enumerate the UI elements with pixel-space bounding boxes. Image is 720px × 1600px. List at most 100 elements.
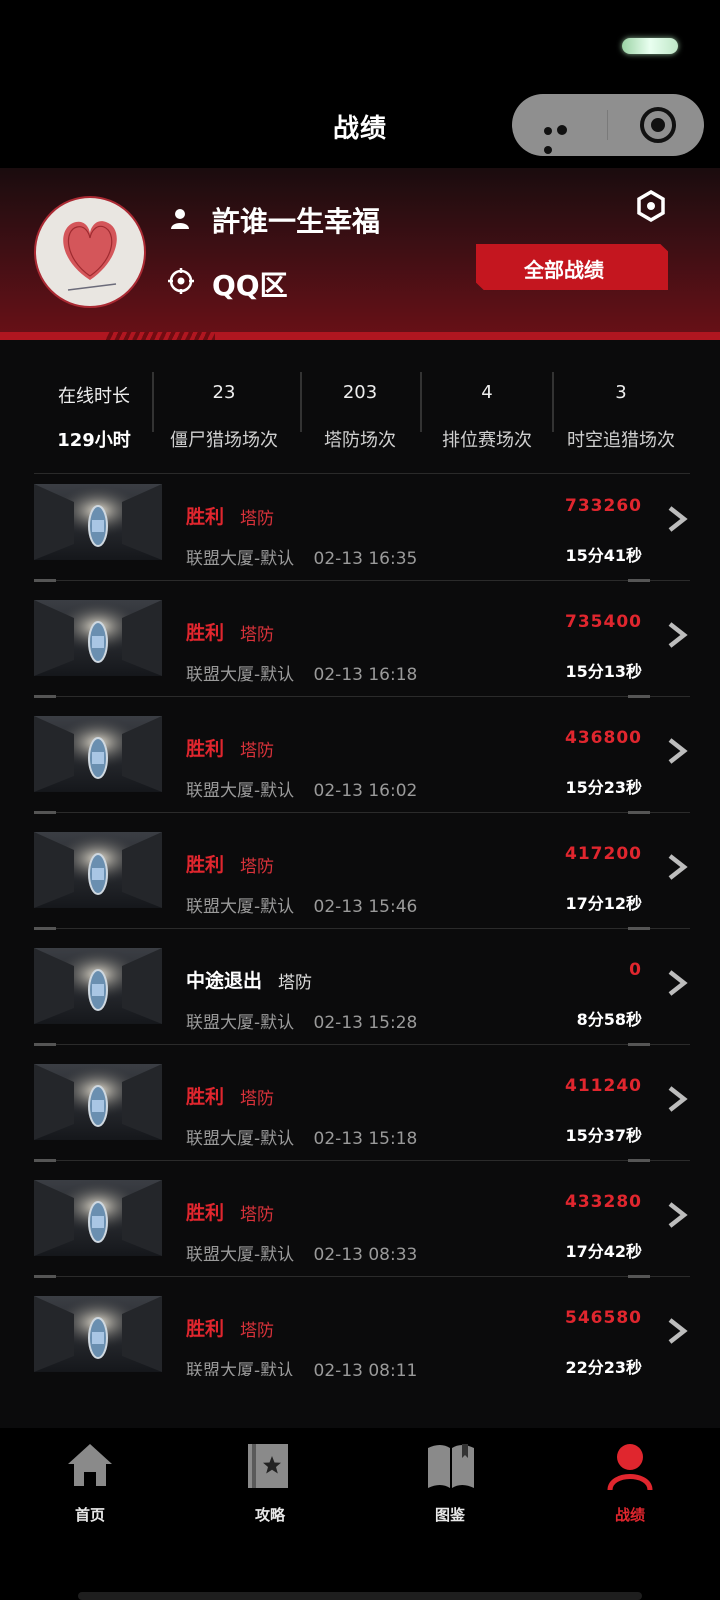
caret-down-icon: ▼ [626,254,668,268]
game-mode: 塔防 [240,1205,274,1225]
match-result: 胜利 [186,854,225,876]
match-record-row[interactable]: 胜利 塔防 联盟大厦-默认 02-13 08:11 546580 22分23秒 [34,1286,690,1376]
home-icon [68,1444,112,1486]
stat-online-time: 在线时长 129小时 [57,386,131,451]
game-mode: 塔防 [278,973,312,993]
chevron-right-icon [668,506,688,532]
map-name: 联盟大厦-默认 [186,897,295,917]
match-result: 胜利 [186,1202,225,1224]
chevron-right-icon [668,738,688,764]
game-mode: 塔防 [240,1321,274,1341]
status-bar [0,0,720,90]
match-record-row[interactable]: 胜利 塔防 联盟大厦-默认 02-13 15:46 417200 17分12秒 [34,822,690,938]
open-book-icon [428,1444,474,1488]
close-target-icon[interactable] [640,107,676,143]
chevron-right-icon [668,854,688,880]
tab-codex[interactable]: 图鉴 [390,1442,510,1532]
game-mode: 塔防 [240,857,274,877]
tab-home[interactable]: 首页 [30,1442,150,1532]
map-and-time: 联盟大厦-默认 02-13 08:33 [186,1240,417,1265]
match-record-list: 胜利 塔防 联盟大厦-默认 02-13 16:35 733260 15分41秒 [34,474,690,1376]
match-time: 02-13 08:33 [313,1245,418,1265]
match-time: 02-13 16:35 [313,549,418,569]
match-record-row[interactable]: 中途退出 塔防 联盟大厦-默认 02-13 15:28 0 8分58秒 [34,938,690,1054]
match-time: 02-13 15:28 [313,1013,418,1033]
chevron-right-icon [668,1086,688,1112]
map-thumbnail [34,948,162,1024]
match-score: 433280 [565,1192,642,1212]
map-name: 联盟大厦-默认 [186,1129,295,1149]
tab-guide[interactable]: 攻略 [210,1442,330,1532]
match-record-row[interactable]: 胜利 塔防 联盟大厦-默认 02-13 16:18 735400 15分13秒 [34,590,690,706]
match-result: 胜利 [186,738,225,760]
more-menu-icon[interactable] [544,120,584,154]
map-and-time: 联盟大厦-默认 02-13 15:46 [186,892,417,917]
tab-records[interactable]: 战绩 [570,1442,690,1532]
home-indicator [78,1592,642,1600]
match-duration: 15分13秒 [565,662,642,681]
match-result: 中途退出 [186,970,263,992]
match-duration: 8分58秒 [576,1010,642,1029]
match-time: 02-13 16:18 [313,665,418,685]
match-duration: 17分12秒 [565,894,642,913]
stat-ranked: 4 排位赛场次 [442,382,532,451]
status-indicator-icon [622,38,678,54]
match-score: 436800 [565,728,642,748]
match-duration: 15分37秒 [565,1126,642,1145]
map-name: 联盟大厦-默认 [186,781,295,801]
map-and-time: 联盟大厦-默认 02-13 08:11 [186,1356,417,1376]
chevron-right-icon [668,1318,688,1344]
map-name: 联盟大厦-默认 [186,549,295,569]
match-result: 胜利 [186,1318,225,1340]
match-time: 02-13 15:18 [313,1129,418,1149]
stat-time-hunt: 3 时空追猎场次 [567,382,675,451]
match-time: 02-13 08:11 [313,1361,418,1376]
stats-summary: 在线时长 129小时 23 僵尸猎场场次 203 塔防场次 4 排位赛场次 3 … [34,368,690,460]
map-thumbnail [34,600,162,676]
map-thumbnail [34,484,162,560]
match-score: 411240 [565,1076,642,1096]
match-duration: 17分42秒 [565,1242,642,1261]
record-filter-dropdown[interactable]: 全部战绩 ▼ [476,244,668,290]
match-record-row[interactable]: 胜利 塔防 联盟大厦-默认 02-13 15:18 411240 15分37秒 [34,1054,690,1170]
match-score: 546580 [565,1308,642,1328]
game-mode: 塔防 [240,1089,274,1109]
match-duration: 15分23秒 [565,778,642,797]
server-name: QQ区 [212,269,288,302]
map-thumbnail [34,1064,162,1140]
player-name: 許谁一生幸福 [212,205,381,238]
crosshair-icon [168,268,194,294]
map-and-time: 联盟大厦-默认 02-13 15:28 [186,1008,417,1033]
guide-book-icon [248,1444,288,1488]
map-thumbnail [34,716,162,792]
profile-banner: 許谁一生幸福 QQ区 全部战绩 ▼ [0,168,720,340]
miniprogram-capsule [512,94,704,156]
match-duration: 15分41秒 [565,546,642,565]
stat-tower-defense: 203 塔防场次 [324,382,396,451]
match-score: 417200 [565,844,642,864]
match-record-row[interactable]: 胜利 塔防 联盟大厦-默认 02-13 08:33 433280 17分42秒 [34,1170,690,1286]
map-name: 联盟大厦-默认 [186,1361,295,1376]
map-and-time: 联盟大厦-默认 02-13 16:35 [186,544,417,569]
map-thumbnail [34,1296,162,1372]
person-icon [171,209,189,229]
map-thumbnail [34,832,162,908]
match-score: 0 [629,960,642,980]
match-time: 02-13 16:02 [313,781,418,801]
match-result: 胜利 [186,622,225,644]
match-score: 735400 [565,612,642,632]
hexagon-settings-icon[interactable] [636,190,666,222]
game-mode: 塔防 [240,625,274,645]
match-score: 733260 [565,496,642,516]
chevron-right-icon [668,970,688,996]
map-and-time: 联盟大厦-默认 02-13 15:18 [186,1124,417,1149]
match-duration: 22分23秒 [565,1358,642,1376]
map-and-time: 联盟大厦-默认 02-13 16:18 [186,660,417,685]
map-thumbnail [34,1180,162,1256]
map-name: 联盟大厦-默认 [186,1245,295,1265]
match-record-row[interactable]: 胜利 塔防 联盟大厦-默认 02-13 16:02 436800 15分23秒 [34,706,690,822]
avatar[interactable] [34,196,146,308]
match-record-row[interactable]: 胜利 塔防 联盟大厦-默认 02-13 16:35 733260 15分41秒 [34,474,690,590]
user-icon [607,1444,653,1491]
bottom-tab-bar: 首页 攻略 图鉴 战绩 [0,1428,720,1600]
